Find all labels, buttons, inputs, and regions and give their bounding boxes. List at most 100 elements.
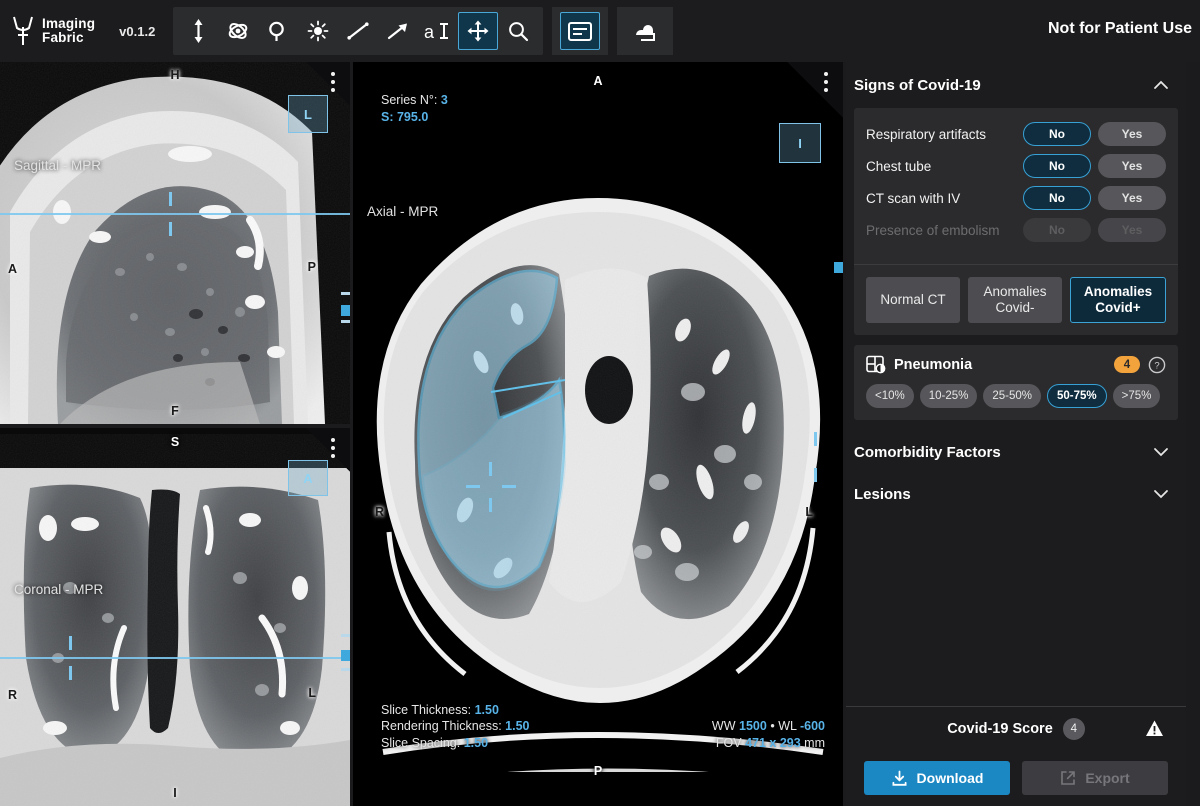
coronal-edge-tick-bottom[interactable]: [341, 668, 350, 671]
ww-label: WW: [711, 719, 736, 733]
wl-label: WL: [778, 719, 797, 733]
covid-score-bar: Covid-19 Score 4: [846, 706, 1186, 750]
sagittal-orient-bottom: F: [171, 404, 179, 418]
magnify-icon[interactable]: [498, 12, 538, 50]
section-header-signs[interactable]: Signs of Covid-19: [846, 62, 1186, 108]
coronal-menu-button[interactable]: [325, 438, 341, 458]
rotate-3d-icon[interactable]: [218, 12, 258, 50]
scroll-stack-icon[interactable]: [178, 12, 218, 50]
axial-series-info: Series N°: 3 S: 795.0: [381, 92, 448, 125]
question-label: CT scan with IV: [866, 190, 961, 206]
slice-spacing-label: Slice Spacing:: [381, 735, 461, 750]
question-row-ct-scan-with-iv: CT scan with IV No Yes: [866, 182, 1166, 214]
question-row-presence-of-embolism: Presence of embolism No Yes: [866, 214, 1166, 246]
coronal-crosshair-line[interactable]: [0, 657, 350, 659]
sagittal-edge-handle[interactable]: [341, 305, 350, 316]
axial-crosshair-handle-right[interactable]: [805, 432, 827, 482]
brand-name-line1: Imaging: [42, 16, 96, 31]
imaging-fabric-logo-icon: [13, 16, 33, 45]
section-header-lesions[interactable]: Lesions: [846, 474, 1186, 514]
classification-anomalies-covid-pos-button[interactable]: Anomalies Covid+: [1070, 277, 1166, 323]
classification-anomalies-covid-neg-button[interactable]: Anomalies Covid-: [968, 277, 1062, 323]
axial-menu-button[interactable]: [818, 72, 834, 92]
brand-name-line2: Fabric: [42, 30, 84, 45]
tool-button-group: a: [173, 7, 673, 55]
classification-normal-ct-button[interactable]: Normal CT: [866, 277, 960, 323]
answer-no-button: No: [1023, 218, 1091, 242]
download-icon: [892, 770, 907, 786]
slice-position-label: S:: [381, 109, 394, 124]
export-label: Export: [1085, 770, 1130, 786]
axial-edge-handle[interactable]: [834, 262, 843, 273]
coronal-minimap[interactable]: A: [288, 460, 328, 496]
sagittal-label: Sagittal - MPR: [14, 158, 102, 173]
coronal-orient-bottom: I: [173, 786, 177, 800]
pneumonia-card: Pneumonia 4 ? <10% 10-25% 25-50% 50-75% …: [854, 345, 1178, 420]
answer-no-button[interactable]: No: [1023, 186, 1091, 210]
window-separator: •: [770, 719, 775, 733]
coronal-orient-left: R: [8, 688, 18, 702]
extent-option-lt10[interactable]: <10%: [866, 384, 914, 408]
svg-text:?: ?: [1154, 360, 1159, 371]
warning-triangle-icon[interactable]: [1145, 719, 1164, 738]
axial-orient-right: L: [805, 505, 813, 519]
windowing-icon[interactable]: [298, 12, 338, 50]
coronal-edge-handle[interactable]: [341, 650, 350, 661]
panel-footer: Covid-19 Score 4 Download Export: [846, 706, 1186, 806]
help-icon[interactable]: ?: [1148, 356, 1166, 374]
answer-no-button[interactable]: No: [1023, 154, 1091, 178]
question-label: Respiratory artifacts: [866, 126, 987, 142]
sagittal-orient-right: P: [307, 260, 316, 274]
classification-button-row: Normal CT Anomalies Covid- Anomalies Cov…: [854, 265, 1178, 335]
footer-action-buttons: Download Export: [846, 750, 1186, 806]
axial-crosshair-handle[interactable]: [466, 462, 516, 512]
axial-orient-top: A: [593, 74, 603, 88]
extent-option-50-75[interactable]: 50-75%: [1047, 384, 1107, 408]
pneumonia-header: Pneumonia 4 ?: [854, 345, 1178, 376]
fov-value: 471 x 293: [745, 735, 801, 750]
classification-label-line2: Covid+: [1095, 300, 1141, 315]
viewport-axial[interactable]: Series N°: 3 S: 795.0 Axial - MPR A R L …: [353, 62, 843, 806]
viewport-coronal[interactable]: Coronal - MPR S R L I A: [0, 428, 350, 806]
coronal-crosshair-handle[interactable]: [60, 636, 82, 680]
sagittal-edge-tick-bottom[interactable]: [341, 320, 350, 323]
sagittal-menu-button[interactable]: [325, 72, 341, 92]
series-stack-icon[interactable]: [625, 12, 665, 50]
answer-yes-button[interactable]: Yes: [1098, 154, 1166, 178]
coronal-edge-tick-top[interactable]: [341, 634, 350, 637]
axial-minimap[interactable]: I: [779, 123, 821, 163]
pan-icon[interactable]: [258, 12, 298, 50]
answer-no-button[interactable]: No: [1023, 122, 1091, 146]
covid-score-label: Covid-19 Score: [947, 720, 1053, 737]
pneumonia-extent-options: <10% 10-25% 25-50% 50-75% >75%: [854, 376, 1178, 420]
answer-yes-button: Yes: [1098, 218, 1166, 242]
rendering-thickness-label: Rendering Thickness:: [381, 719, 502, 733]
download-button[interactable]: Download: [864, 761, 1010, 795]
axial-ct-image: [353, 62, 843, 806]
patient-use-disclaimer: Not for Patient Use: [1047, 20, 1192, 37]
sagittal-minimap[interactable]: L: [288, 95, 328, 133]
text-annotate-icon[interactable]: a: [418, 12, 458, 50]
extent-option-gt75[interactable]: >75%: [1112, 384, 1161, 408]
extent-option-10-25[interactable]: 10-25%: [919, 384, 978, 408]
fov-label: FOV: [715, 735, 742, 750]
slice-thickness-label: Slice Thickness:: [381, 702, 472, 717]
extent-option-25-50[interactable]: 25-50%: [983, 384, 1042, 408]
covid-score-value: 4: [1062, 717, 1085, 740]
export-button: Export: [1022, 761, 1168, 795]
sagittal-edge-tick-top[interactable]: [341, 292, 350, 295]
signs-title: Signs of Covid-19: [854, 76, 981, 94]
layout-panel-icon[interactable]: [560, 12, 600, 50]
signs-question-list: Respiratory artifacts No Yes Chest tube …: [854, 108, 1178, 258]
primary-tools: a: [173, 7, 543, 55]
length-measure-icon[interactable]: [338, 12, 378, 50]
section-header-comorbidity[interactable]: Comorbidity Factors: [846, 432, 1186, 472]
viewport-sagittal[interactable]: Sagittal - MPR H A P F L: [0, 62, 350, 424]
answer-yes-button[interactable]: Yes: [1098, 186, 1166, 210]
arrow-annotate-icon[interactable]: [378, 12, 418, 50]
crosshair-move-icon[interactable]: [458, 12, 498, 50]
answer-yes-button[interactable]: Yes: [1098, 122, 1166, 146]
sagittal-crosshair-handle[interactable]: [160, 192, 182, 236]
slice-spacing-value: 1.50: [463, 735, 489, 750]
coronal-orient-right: L: [308, 686, 316, 700]
